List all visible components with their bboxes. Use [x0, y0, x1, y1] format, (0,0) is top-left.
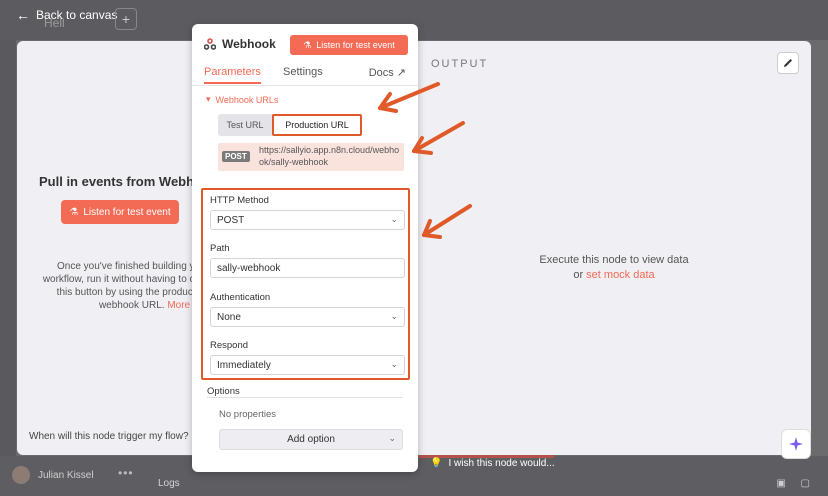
path-value: sally-webhook: [217, 262, 281, 274]
input-listen-label: Listen for test event: [83, 206, 171, 218]
authentication-select[interactable]: None ⌄: [210, 307, 405, 327]
flask-icon: ⚗: [303, 39, 312, 50]
respond-label: Respond: [210, 340, 249, 351]
tab-docs-label: Docs: [368, 66, 394, 79]
path-input[interactable]: sally-webhook: [210, 258, 405, 278]
webhook-url-text: https://sallyio.app.n8n.cloud/webhook/sa…: [259, 145, 400, 167]
back-to-canvas-label: Back to canvas: [36, 8, 118, 22]
add-node-button[interactable]: +: [115, 8, 137, 30]
test-url-tab[interactable]: Test URL: [218, 114, 272, 136]
set-mock-data-link[interactable]: set mock data: [586, 269, 654, 281]
listen-test-event-button[interactable]: ⚗ Listen for test event: [290, 35, 408, 55]
user-menu[interactable]: Julian Kissel: [12, 466, 94, 484]
listen-test-event-label: Listen for test event: [316, 40, 395, 50]
http-method-value: POST: [217, 214, 245, 226]
sparkle-icon: [789, 437, 803, 451]
output-or-text: or: [573, 268, 584, 281]
tab-parameters[interactable]: Parameters: [204, 66, 261, 84]
path-label: Path: [210, 243, 230, 254]
feedback-link[interactable]: 💡 I wish this node would...: [430, 458, 555, 469]
canvas-view-icons[interactable]: ▣ ▢: [776, 478, 816, 489]
parameters-tabs: Parameters Settings Docs ↗: [192, 64, 418, 86]
http-method-select[interactable]: POST ⌄: [210, 210, 405, 230]
chevron-down-icon: ⌄: [390, 214, 398, 224]
user-options-icon[interactable]: •••: [118, 466, 134, 480]
external-link-icon: ↗: [396, 67, 406, 79]
url-method-badge: POST: [222, 151, 250, 162]
input-description: Once you've finished building your workf…: [29, 260, 209, 312]
authentication-label: Authentication: [210, 292, 271, 303]
input-listen-button[interactable]: ⚗ Listen for test event: [61, 200, 179, 224]
chevron-down-icon: ⌄: [388, 433, 396, 443]
ai-assistant-button[interactable]: [781, 429, 811, 459]
user-name: Julian Kissel: [38, 469, 94, 481]
output-label: OUTPUT: [431, 58, 489, 70]
add-option-label: Add option: [287, 434, 335, 445]
highlighted-fields: HTTP Method POST ⌄ Path sally-webhook Au…: [201, 188, 410, 380]
no-properties-text: No properties: [219, 409, 277, 420]
http-method-label: HTTP Method: [210, 195, 269, 206]
trigger-question-label: When will this node trigger my flow?: [29, 431, 189, 442]
respond-select[interactable]: Immediately ⌄: [210, 355, 405, 375]
node-title: Webhook: [204, 37, 276, 51]
canvas-sidebar: [0, 40, 16, 456]
authentication-value: None: [217, 311, 241, 323]
output-empty-message: Execute this node to view data or set mo…: [417, 253, 811, 283]
feedback-label: I wish this node would...: [448, 458, 555, 469]
input-pane: Pull in events from Webhook ⚗ Listen for…: [17, 41, 217, 455]
webhook-urls-toggle[interactable]: ▾ Webhook URLs: [206, 94, 278, 105]
edit-output-button[interactable]: [777, 52, 799, 74]
chevron-down-icon: ⌄: [390, 311, 398, 321]
add-option-button[interactable]: Add option ⌄: [219, 429, 403, 450]
tab-docs[interactable]: Docs ↗: [369, 66, 406, 83]
url-type-switch: Test URL Production URL: [218, 114, 362, 136]
webhook-urls-label: Webhook URLs: [215, 94, 279, 105]
options-label: Options: [207, 386, 240, 397]
logs-tab[interactable]: Logs: [158, 478, 180, 489]
chevron-down-icon: ▾: [206, 94, 211, 104]
lightbulb-icon: 💡: [430, 458, 443, 469]
respond-value: Immediately: [217, 359, 271, 371]
avatar: [12, 466, 30, 484]
parameters-panel: Webhook ⚗ Listen for test event Paramete…: [192, 24, 418, 472]
output-pane: OUTPUT Execute this node to view data or…: [417, 41, 811, 459]
production-url-tab[interactable]: Production URL: [272, 114, 362, 136]
flask-icon: ⚗: [69, 206, 79, 218]
input-pane-title: Pull in events from Webhook: [39, 174, 218, 189]
arrow-left-icon: ←: [16, 7, 30, 23]
trigger-question-link[interactable]: When will this node trigger my flow? ⌄: [29, 431, 200, 442]
output-message-text: Execute this node to view data: [539, 254, 689, 266]
back-to-canvas-link[interactable]: ← Back to canvas: [16, 8, 117, 22]
node-title-label: Webhook: [222, 37, 276, 51]
webhook-url-display[interactable]: POST https://sallyio.app.n8n.cloud/webho…: [218, 143, 404, 171]
parameters-header: Webhook ⚗ Listen for test event: [192, 24, 418, 64]
options-divider: [207, 397, 403, 398]
pencil-icon: [784, 59, 792, 67]
chevron-down-icon: ⌄: [390, 359, 398, 369]
tab-settings[interactable]: Settings: [283, 66, 323, 82]
webhook-icon: [204, 38, 216, 50]
